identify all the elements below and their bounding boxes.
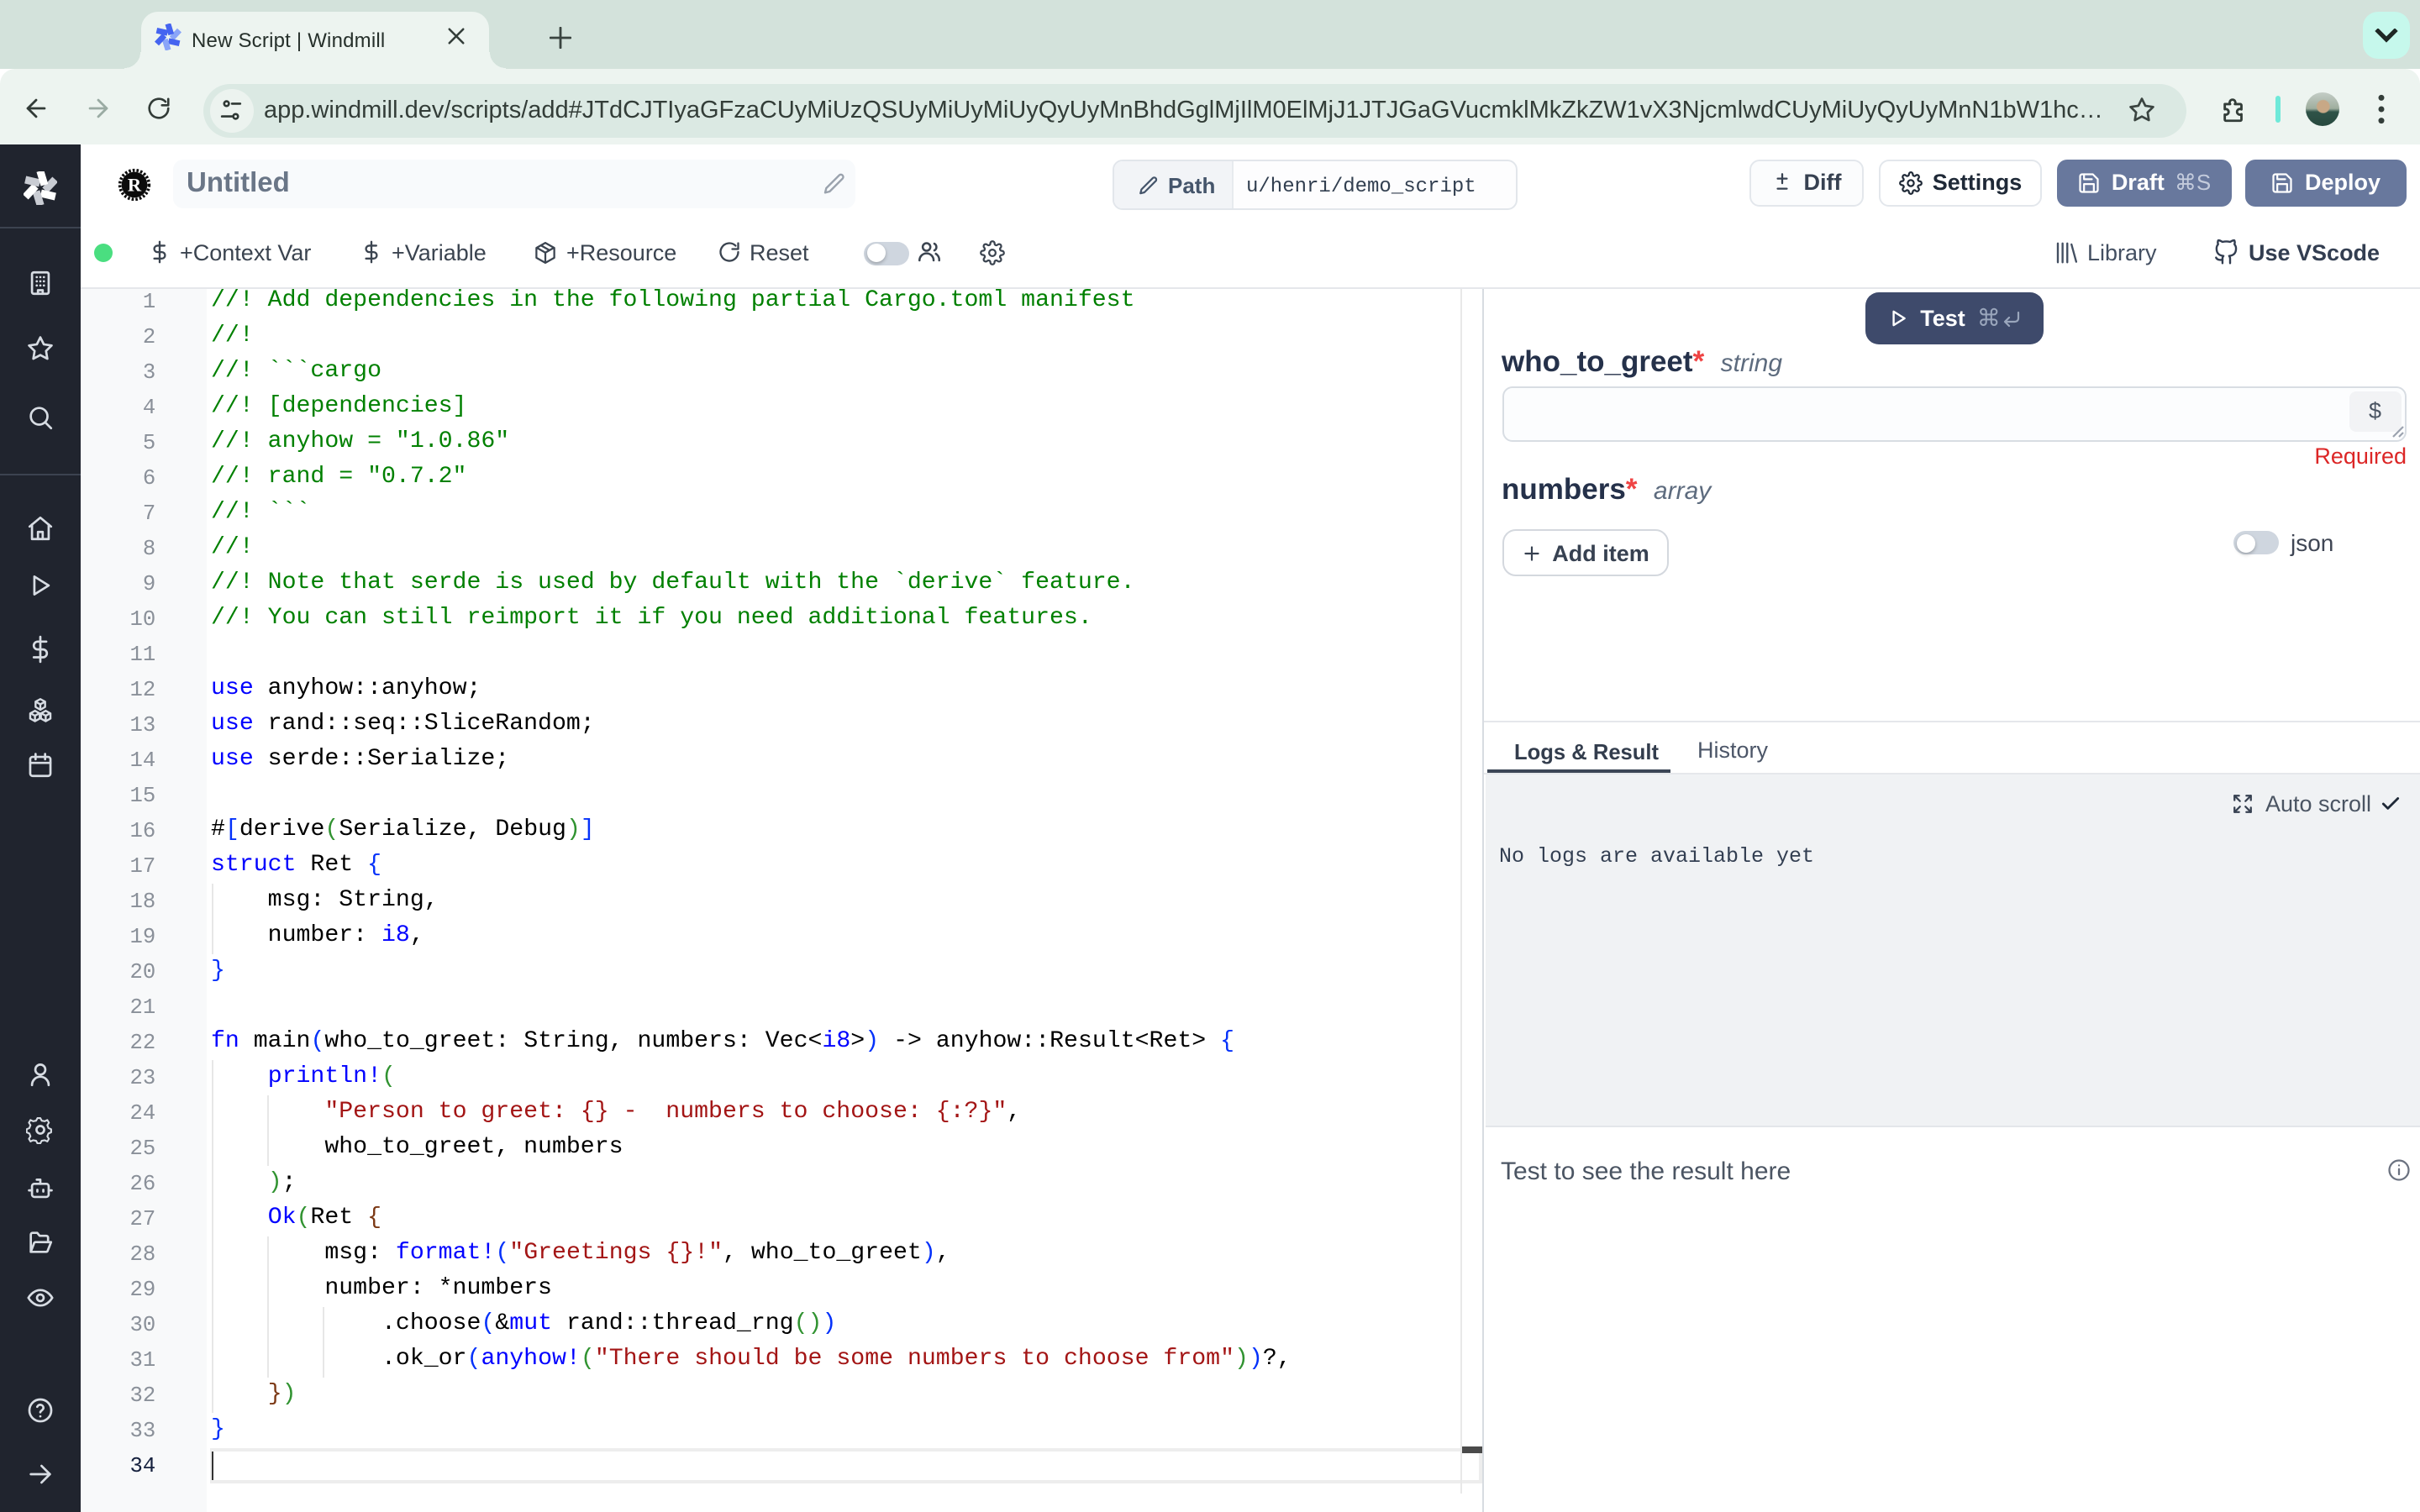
svg-text:R: R — [128, 175, 142, 196]
